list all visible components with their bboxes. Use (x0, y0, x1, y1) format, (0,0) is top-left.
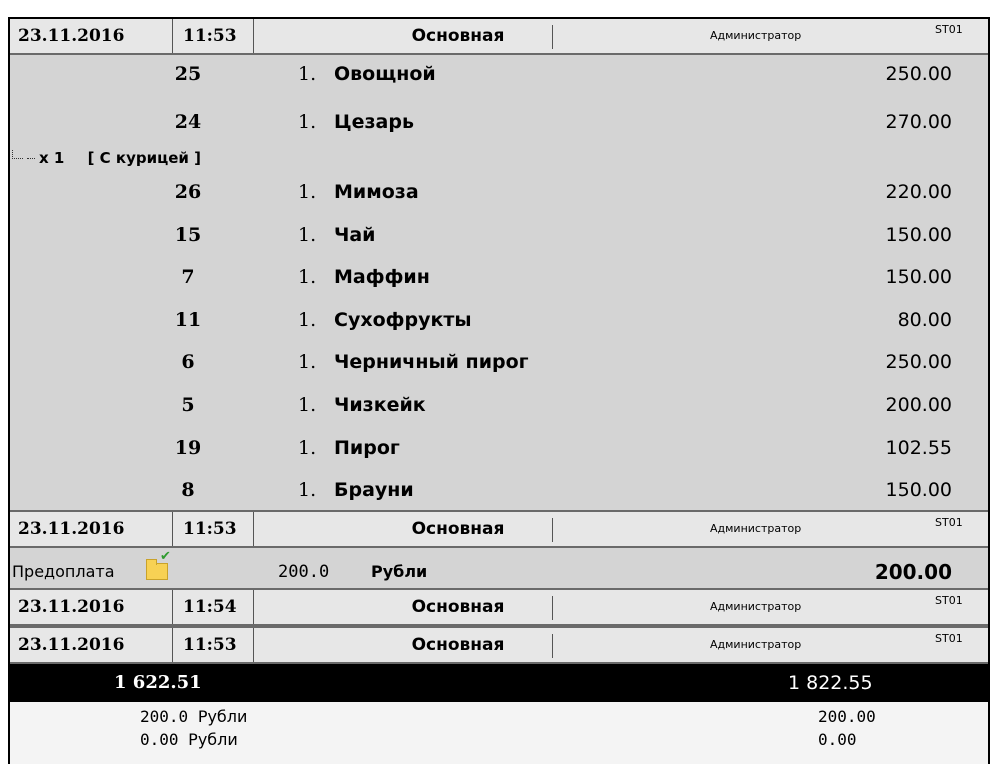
item-code: 5 (181, 394, 195, 416)
item-name: Пирог (334, 437, 400, 459)
total-left: 1 622.51 (114, 672, 202, 693)
item-name: Мимоза (334, 181, 419, 203)
modifier-count: x 1 (39, 149, 65, 167)
prepayment-row[interactable]: Предоплата ✔ 200.0 Рубли 200.00 (10, 550, 988, 588)
item-name: Брауни (334, 479, 414, 501)
terminal-id: ST01 (935, 594, 963, 607)
order-header[interactable]: 23.11.2016 11:53 Основная Администратор … (10, 626, 988, 664)
item-qty: 1. (298, 479, 317, 501)
folder-icon[interactable] (146, 559, 168, 580)
item-code: 24 (174, 111, 202, 133)
payment-amount: 200.0 (140, 707, 189, 726)
item-code: 26 (174, 181, 202, 203)
prepayment-currency: Рубли (371, 562, 428, 581)
order-date: 23.11.2016 (18, 635, 125, 655)
item-price: 250.00 (885, 63, 952, 85)
item-modifier[interactable]: x 1 [ С курицей ] (12, 145, 201, 171)
tree-connector-icon (12, 150, 23, 159)
item-name: Черничный пирог (334, 351, 529, 373)
item-price: 150.00 (885, 266, 952, 288)
menu-category: Основная (411, 519, 505, 539)
item-price: 80.00 (897, 309, 952, 331)
terminal-id: ST01 (935, 632, 963, 645)
order-item[interactable]: 15 1. Чай 150.00 (10, 216, 988, 254)
terminal-id: ST01 (935, 516, 963, 529)
order-header[interactable]: 23.11.2016 11:53 Основная Администратор … (10, 19, 988, 55)
order-item[interactable]: 8 1. Брауни 150.00 (10, 471, 988, 509)
payment-row[interactable]: 0.00 Рубли 0.00 (10, 729, 988, 751)
item-name: Цезарь (334, 111, 414, 133)
waiter-name: Администратор (710, 29, 802, 42)
order-item[interactable]: 19 1. Пирог 102.55 (10, 429, 988, 467)
item-name: Маффин (334, 266, 430, 288)
payment-currency: Рубли (188, 730, 238, 749)
payment-row[interactable]: 200.0 Рубли 200.00 (10, 706, 988, 728)
item-price: 102.55 (885, 437, 952, 459)
item-code: 15 (174, 224, 202, 246)
item-code: 7 (181, 266, 195, 288)
order-item[interactable]: 26 1. Мимоза 220.00 (10, 173, 988, 211)
item-qty: 1. (298, 437, 317, 459)
order-item[interactable]: 11 1. Сухофрукты 80.00 (10, 301, 988, 339)
item-qty: 1. (298, 266, 317, 288)
order-header[interactable]: 23.11.2016 11:54 Основная Администратор … (10, 588, 988, 626)
modifier-text: [ С курицей ] (87, 149, 201, 167)
item-code: 25 (174, 63, 202, 85)
waiter-name: Администратор (710, 638, 802, 651)
item-price: 150.00 (885, 224, 952, 246)
item-qty: 1. (298, 351, 317, 373)
checkmark-icon: ✔ (160, 549, 171, 564)
order-item[interactable]: 5 1. Чизкейк 200.00 (10, 386, 988, 424)
item-code: 11 (174, 309, 202, 331)
order-time: 11:53 (183, 635, 237, 655)
waiter-name: Администратор (710, 522, 802, 535)
item-qty: 1. (298, 224, 317, 246)
payment-value: 0.00 (818, 730, 857, 749)
item-code: 8 (181, 479, 195, 501)
item-price: 220.00 (885, 181, 952, 203)
menu-category: Основная (411, 635, 505, 655)
order-header[interactable]: 23.11.2016 11:53 Основная Администратор … (10, 510, 988, 548)
payment-currency: Рубли (197, 707, 248, 726)
item-qty: 1. (298, 394, 317, 416)
payments-list: 200.0 Рубли 200.00 0.00 Рубли 0.00 (10, 702, 988, 764)
order-item[interactable]: 7 1. Маффин 150.00 (10, 258, 988, 296)
order-item[interactable]: 25 1. Овощной 250.00 (10, 55, 988, 93)
prepayment-label: Предоплата (12, 562, 115, 581)
order-time: 11:53 (183, 519, 237, 539)
item-qty: 1. (298, 63, 317, 85)
item-price: 200.00 (885, 394, 952, 416)
item-name: Овощной (334, 63, 436, 85)
item-price: 250.00 (885, 351, 952, 373)
order-date: 23.11.2016 (18, 26, 125, 46)
item-qty: 1. (298, 181, 317, 203)
item-code: 6 (181, 351, 195, 373)
order-panel: 23.11.2016 11:53 Основная Администратор … (8, 17, 990, 764)
item-price: 270.00 (885, 111, 952, 133)
item-name: Сухофрукты (334, 309, 472, 331)
order-item[interactable]: 6 1. Черничный пирог 250.00 (10, 343, 988, 381)
item-code: 19 (174, 437, 202, 459)
tree-line-icon (27, 158, 35, 159)
total-right: 1 822.55 (788, 672, 873, 694)
item-qty: 1. (298, 111, 317, 133)
item-price: 150.00 (885, 479, 952, 501)
item-name: Чизкейк (334, 394, 426, 416)
item-name: Чай (334, 224, 376, 246)
menu-category: Основная (411, 597, 505, 617)
order-date: 23.11.2016 (18, 597, 125, 617)
order-time: 11:54 (183, 597, 237, 617)
order-date: 23.11.2016 (18, 519, 125, 539)
item-qty: 1. (298, 309, 317, 331)
waiter-name: Администратор (710, 600, 802, 613)
prepayment-amount: 200.0 (278, 562, 330, 582)
payment-value: 200.00 (818, 707, 876, 726)
terminal-id: ST01 (935, 23, 963, 36)
order-time: 11:53 (183, 26, 237, 46)
totals-bar: 1 622.51 1 822.55 (10, 664, 988, 702)
order-item[interactable]: 24 1. Цезарь 270.00 (10, 103, 988, 141)
payment-amount: 0.00 (140, 730, 179, 749)
menu-category: Основная (411, 26, 505, 46)
